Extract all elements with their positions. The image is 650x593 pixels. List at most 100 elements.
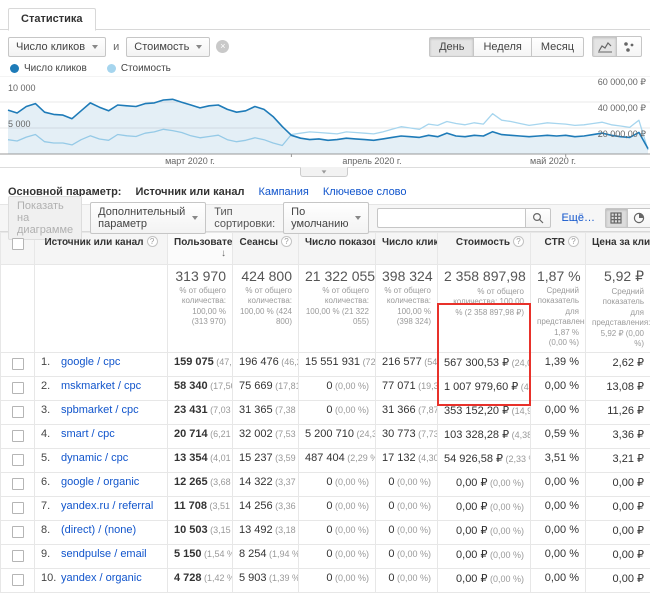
metric-value: 31 365 — [239, 404, 273, 416]
metric-cell: 353 152,20 ₽ (14,97 %) — [438, 401, 531, 425]
metric-value: 15 237 — [239, 452, 273, 464]
row-checkbox[interactable] — [12, 454, 24, 466]
metric-cell: 12 265 (3,68 %) — [168, 473, 233, 497]
metric-cell: 0,00 ₽ — [586, 473, 650, 497]
metric2-dropdown[interactable]: Стоимость — [126, 37, 210, 57]
row-number: 6. — [41, 476, 61, 488]
remove-metric-icon[interactable]: × — [216, 40, 229, 53]
row-checkbox[interactable] — [12, 358, 24, 370]
metric-cell: 0,00 % — [531, 569, 586, 593]
row-checkbox[interactable] — [12, 550, 24, 562]
table-row: 5.dynamic / cpc13 354 (4,01 %)15 237 (3,… — [1, 449, 650, 473]
dimension-campaign-link[interactable]: Кампания — [258, 186, 308, 198]
metric-percent: (7,73 %) — [416, 429, 438, 439]
source-link[interactable]: google / cpc — [61, 356, 120, 368]
source-link[interactable]: sendpulse / email — [61, 548, 147, 560]
metric-cell: 0 (0,00 %) — [376, 545, 438, 569]
metric-percent: (0,00 %) — [394, 525, 431, 535]
metric-cell: 5 200 710 (24,39 %) — [299, 425, 376, 449]
chart-collapse-handle[interactable] — [300, 167, 348, 177]
column-header-ctr[interactable]: CTR? — [531, 233, 586, 265]
cost-dot-icon — [107, 64, 116, 73]
table-row: 2.mskmarket / cpc58 340 (17,50 %)75 669 … — [1, 377, 650, 401]
metric-percent: (0,00 %) — [487, 478, 524, 488]
row-checkbox[interactable] — [12, 574, 24, 586]
summary-value: 398 324 — [382, 268, 431, 284]
source-link[interactable]: mskmarket / cpc — [61, 380, 141, 392]
more-link[interactable]: Ещё… — [561, 212, 595, 224]
metric-cell: 11 708 (3,51 %) — [168, 497, 233, 521]
metric-percent: (47,72 %) — [214, 357, 233, 367]
source-link[interactable]: smart / cpc — [61, 428, 115, 440]
timeseries-chart[interactable]: 5 00010 00020 000,00 ₽40 000,00 ₽60 000,… — [0, 76, 650, 166]
row-checkbox[interactable] — [12, 502, 24, 514]
metric-value: 487 404 — [305, 452, 345, 464]
source-link[interactable]: yandex / organic — [61, 572, 142, 584]
metric-cell: 0,00 ₽ (0,00 %) — [438, 473, 531, 497]
source-link[interactable]: google / organic — [61, 476, 139, 488]
chevron-down-icon — [92, 45, 98, 49]
summary-subtext: % от общего количества: 100,00 % (2 358 … — [444, 287, 524, 318]
metric-cell: 17 132 (4,30 %) — [376, 449, 438, 473]
metric-percent: (54,37 %) — [422, 357, 438, 367]
metric-value: 5 150 — [174, 548, 202, 560]
metric-percent: (42,73 %) — [518, 382, 530, 392]
row-checkbox[interactable] — [12, 526, 24, 538]
motion-chart-icon[interactable] — [617, 36, 642, 57]
source-link[interactable]: (direct) / (none) — [61, 524, 136, 536]
column-header-cpc[interactable]: Цена за клик? — [586, 233, 650, 265]
metric-value: 15 551 931 — [305, 356, 360, 368]
metric-cell: 216 577 (54,37 %) — [376, 353, 438, 377]
line-chart-icon[interactable] — [592, 36, 617, 57]
axis-label: март 2020 г. — [165, 156, 215, 166]
dimension-keyword-link[interactable]: Ключевое слово — [323, 186, 407, 198]
metric-cell: 0,00 % — [531, 521, 586, 545]
help-icon[interactable]: ? — [513, 236, 524, 247]
row-checkbox[interactable] — [12, 382, 24, 394]
row-checkbox[interactable] — [12, 478, 24, 490]
metric-value: 13 354 — [174, 452, 208, 464]
help-icon[interactable]: ? — [147, 236, 158, 247]
row-checkbox[interactable] — [12, 430, 24, 442]
table-view-icon[interactable] — [605, 208, 628, 228]
search-input[interactable] — [377, 208, 525, 228]
metric-value: 103 328,28 ₽ — [444, 429, 509, 441]
granularity-week-button[interactable]: Неделя — [474, 37, 531, 57]
percentage-view-icon[interactable] — [628, 208, 650, 228]
chart-timeline-bar — [0, 167, 650, 180]
dimension-source-selected[interactable]: Источник или канал — [135, 186, 244, 198]
metric1-dropdown[interactable]: Число кликов — [8, 37, 106, 57]
column-header-cost[interactable]: Стоимость? — [438, 233, 531, 265]
column-header-impressions[interactable]: Число показов? — [299, 233, 376, 265]
search-icon[interactable] — [525, 208, 551, 228]
column-header-sessions[interactable]: Сеансы? — [233, 233, 299, 265]
granularity-month-button[interactable]: Месяц — [532, 37, 584, 57]
tab-statistics[interactable]: Статистика — [8, 8, 96, 31]
source-link[interactable]: spbmarket / cpc — [61, 404, 139, 416]
plot-rows-button: Показать на диаграмме — [8, 196, 82, 240]
granularity-day-button[interactable]: День — [429, 37, 474, 57]
metric-percent: (0,00 %) — [332, 477, 369, 487]
source-cell: 5.dynamic / cpc — [35, 449, 168, 473]
column-header-users[interactable]: Пользователи?↓ — [168, 233, 233, 265]
select-all-checkbox[interactable] — [12, 238, 24, 250]
source-link[interactable]: dynamic / cpc — [61, 452, 128, 464]
help-icon[interactable]: ? — [281, 236, 292, 247]
sort-type-dropdown[interactable]: По умолчанию — [283, 202, 369, 234]
source-link[interactable]: yandex.ru / referral — [61, 500, 153, 512]
table-row: 4.smart / cpc20 714 (6,21 %)32 002 (7,53… — [1, 425, 650, 449]
metric-percent: (7,03 %) — [208, 405, 233, 415]
column-header-source[interactable]: Источник или канал? — [35, 233, 168, 265]
summary-empty-cell — [35, 265, 168, 353]
metric-percent: (14,97 %) — [509, 406, 530, 416]
summary-cell: 1,87 %Средний показатель для представлен… — [531, 265, 586, 353]
source-cell: 1.google / cpc — [35, 353, 168, 377]
metric-value: 23 431 — [174, 404, 208, 416]
row-checkbox[interactable] — [12, 406, 24, 418]
metric-percent: (0,00 %) — [332, 573, 369, 583]
metric-value: 216 577 — [382, 356, 422, 368]
column-header-clicks[interactable]: Число кликов? — [376, 233, 438, 265]
metric-cell: 31 365 (7,38 %) — [233, 401, 299, 425]
secondary-dimension-dropdown[interactable]: Дополнительный параметр — [90, 202, 206, 234]
help-icon[interactable]: ? — [568, 236, 579, 247]
